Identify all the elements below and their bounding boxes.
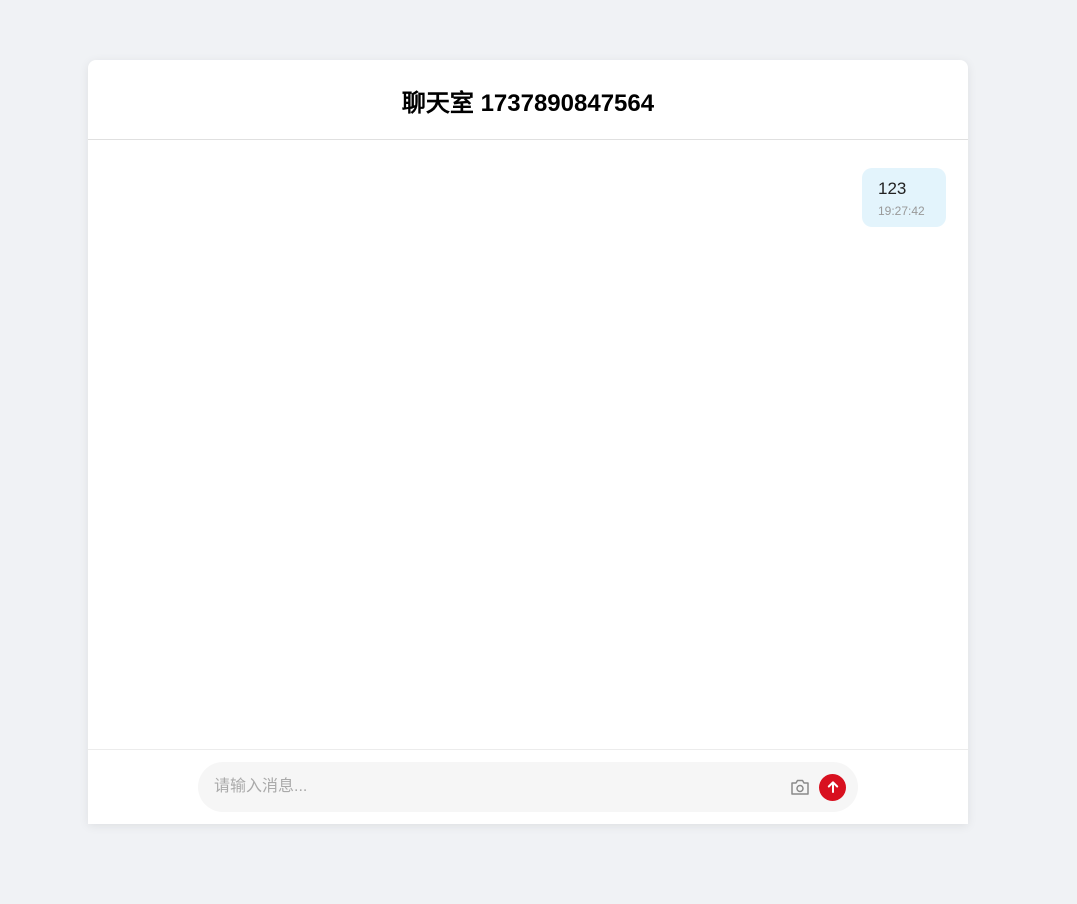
composer-bar: [88, 749, 968, 824]
composer-pill: [198, 762, 858, 812]
send-button[interactable]: [819, 773, 846, 801]
chat-window: 聊天室 1737890847564 123 19:27:42: [88, 60, 968, 824]
chat-header: 聊天室 1737890847564: [88, 60, 968, 140]
camera-icon: [791, 779, 809, 795]
page-title: 聊天室 1737890847564: [401, 90, 655, 117]
message-row: 123 19:27:42: [110, 168, 946, 227]
message-text: 123: [878, 179, 907, 198]
message-bubble: 123 19:27:42: [862, 168, 946, 227]
message-list[interactable]: 123 19:27:42: [88, 140, 968, 749]
arrow-up-icon: [827, 781, 838, 793]
camera-button[interactable]: [789, 776, 811, 798]
message-input[interactable]: [212, 777, 789, 797]
message-timestamp: 19:27:42: [878, 204, 925, 218]
